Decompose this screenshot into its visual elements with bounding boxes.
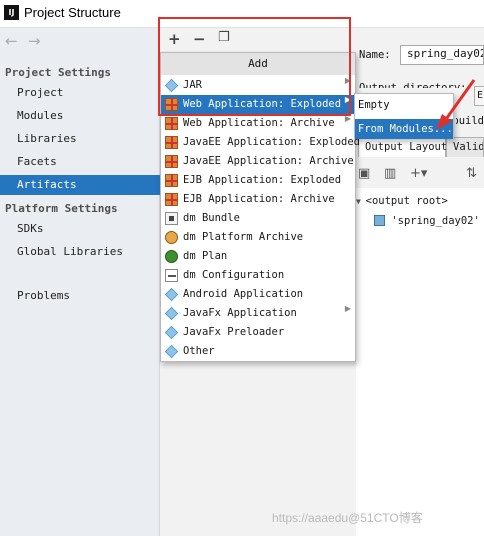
intellij-logo-icon: IJ (4, 5, 19, 20)
menu-item-label: Web Application: Archive (183, 117, 335, 129)
ejb-icon (165, 193, 178, 206)
sidebar-item-sdks[interactable]: SDKs (0, 219, 160, 239)
menu-item-label: Android Application (183, 288, 304, 300)
submenu-arrow-icon: ▶ (344, 95, 351, 104)
project-settings-header: Project Settings (5, 66, 111, 79)
menu-item-dm-plan[interactable]: dm Plan (161, 247, 355, 266)
menu-item-label: EJB Application: Exploded (183, 174, 342, 186)
sidebar-item-libraries[interactable]: Libraries (0, 129, 160, 149)
module-icon (374, 215, 385, 226)
sort-icon[interactable]: ⇅ (466, 166, 477, 181)
submenu-arrow-icon: ▶ (344, 76, 351, 85)
browse-button[interactable]: E (474, 86, 484, 106)
web-app-icon (165, 117, 178, 130)
ejb-icon (165, 174, 178, 187)
web-exploded-submenu: Empty From Modules... (354, 93, 454, 139)
menu-item-javaee-application-exploded[interactable]: JavaEE Application: Exploded (161, 133, 360, 152)
menu-item-label: JavaEE Application: Exploded (183, 136, 361, 148)
forward-arrow-icon[interactable]: → (28, 32, 41, 50)
sidebar-item-project[interactable]: Project (0, 83, 160, 103)
menu-item-label: dm Configuration (183, 269, 285, 281)
javaee-icon (165, 136, 178, 149)
tab-output-layout[interactable]: Output Layout (358, 137, 447, 157)
sidebar-item-problems[interactable]: Problems (0, 286, 160, 306)
sidebar-item-facets[interactable]: Facets (0, 152, 160, 172)
menu-item-label: Other (183, 345, 215, 357)
other-icon (164, 344, 179, 359)
platform-settings-header: Platform Settings (5, 202, 118, 215)
menu-item-label: dm Bundle (183, 212, 240, 224)
menu-item-label: dm Plan (183, 250, 228, 262)
expand-arrow-icon[interactable]: ▼ (356, 197, 366, 206)
sidebar-item-artifacts[interactable]: Artifacts (0, 175, 160, 195)
menu-item-label: JavaEE Application: Archive (183, 155, 354, 167)
javafx-icon (164, 306, 179, 321)
menu-item-label: JavaFx Application (183, 307, 297, 319)
tab-validation[interactable]: Validation (446, 137, 484, 157)
menu-item-javafx-application[interactable]: JavaFx Application ▶ (161, 304, 355, 323)
archive-icon[interactable]: ▥ (384, 166, 396, 181)
javaee-icon (165, 155, 178, 168)
output-layout-tree: ▼ <output root> 'spring_day02' m (356, 188, 484, 536)
submenu-item-empty[interactable]: Empty (355, 95, 453, 115)
jar-diamond-icon (164, 78, 179, 93)
menu-item-label: EJB Application: Archive (183, 193, 335, 205)
android-icon (164, 287, 179, 302)
sidebar-item-modules[interactable]: Modules (0, 106, 160, 126)
back-arrow-icon[interactable]: ← (5, 32, 18, 50)
add-menu-title: Add (161, 53, 355, 75)
tree-row-module-output[interactable]: 'spring_day02' m (374, 212, 484, 230)
javafx-icon (164, 325, 179, 340)
menu-item-javaee-application-archive[interactable]: JavaEE Application: Archive (161, 152, 355, 171)
menu-item-dm-configuration[interactable]: dm Configuration (161, 266, 355, 285)
module-output-label: 'spring_day02' m (391, 215, 484, 227)
menu-item-android-application[interactable]: Android Application (161, 285, 355, 304)
add-icon[interactable]: + (168, 30, 181, 48)
add-artifact-menu: Add JAR ▶ Web Application: Exploded ▶ We… (160, 52, 360, 362)
menu-item-ejb-application-exploded[interactable]: EJB Application: Exploded (161, 171, 355, 190)
dm-plan-icon (165, 250, 178, 263)
web-app-icon (165, 98, 178, 111)
output-root-label: <output root> (365, 195, 448, 207)
dm-platform-icon (165, 231, 178, 244)
new-folder-icon[interactable]: ▣ (358, 166, 370, 181)
title-bar: IJ Project Structure (0, 0, 484, 28)
menu-item-dm-bundle[interactable]: dm Bundle (161, 209, 355, 228)
menu-item-javafx-preloader[interactable]: JavaFx Preloader (161, 323, 355, 342)
menu-item-label: dm Platform Archive (183, 231, 304, 243)
remove-icon[interactable]: − (193, 30, 206, 48)
submenu-arrow-icon: ▶ (344, 304, 351, 313)
settings-sidebar: ← → Project Settings Project Modules Lib… (0, 28, 160, 536)
menu-item-ejb-application-archive[interactable]: EJB Application: Archive (161, 190, 355, 209)
dm-bundle-icon (165, 212, 178, 225)
submenu-arrow-icon: ▶ (344, 114, 351, 123)
copy-icon[interactable]: ❐ (218, 30, 230, 45)
submenu-item-from-modules[interactable]: From Modules... (355, 119, 453, 139)
add-element-icon[interactable]: +▾ (410, 166, 427, 181)
menu-item-other[interactable]: Other (161, 342, 355, 361)
tree-row-output-root[interactable]: ▼ <output root> (356, 192, 448, 210)
artifact-name-input[interactable]: spring_day02: (400, 45, 484, 65)
menu-item-jar[interactable]: JAR ▶ (161, 76, 355, 95)
menu-item-web-application-exploded[interactable]: Web Application: Exploded ▶ (161, 95, 355, 114)
menu-item-label: Web Application: Exploded (183, 98, 342, 110)
watermark-text: https://aaaedu@51CTO博客 (272, 511, 423, 525)
menu-item-web-application-archive[interactable]: Web Application: Archive ▶ (161, 114, 355, 133)
include-in-build-label: Include in project build (456, 115, 484, 127)
menu-item-label: JavaFx Preloader (183, 326, 285, 338)
menu-item-dm-platform-archive[interactable]: dm Platform Archive (161, 228, 355, 247)
menu-item-label: JAR (183, 79, 202, 91)
name-label: Name: (359, 49, 391, 61)
dm-config-icon (165, 269, 178, 282)
sidebar-item-global-libraries[interactable]: Global Libraries (0, 242, 160, 262)
artifacts-toolbar: + − ❐ (160, 28, 356, 52)
window-title: Project Structure (24, 5, 121, 20)
